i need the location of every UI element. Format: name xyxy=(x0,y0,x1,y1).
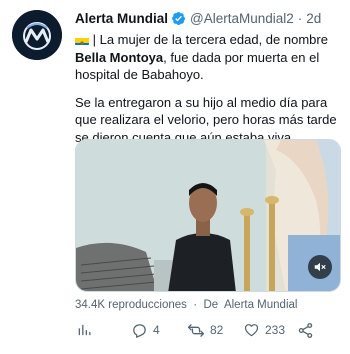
tweet-text: | La mujer de la tercera edad, de nombre… xyxy=(75,31,341,147)
video-frame xyxy=(76,140,340,291)
like-button[interactable]: 233 xyxy=(243,318,285,342)
retweet-button[interactable]: 82 xyxy=(187,318,223,342)
reply-icon xyxy=(133,323,146,338)
tweet-text-intro: | La mujer de la tercera edad, de nombre xyxy=(89,32,328,47)
tweet-paragraph-1: | La mujer de la tercera edad, de nombre… xyxy=(75,31,341,84)
author-handle[interactable]: @AlertaMundial2 xyxy=(190,11,294,26)
analytics-button[interactable] xyxy=(77,318,91,342)
share-button[interactable] xyxy=(297,318,314,342)
ecuador-flag-icon xyxy=(75,35,89,45)
retweet-icon xyxy=(187,323,205,337)
author-name[interactable]: Alerta Mundial xyxy=(75,11,168,26)
reply-count: 4 xyxy=(153,323,160,337)
video-meta: 34.4K reproducciones · De Alerta Mundial xyxy=(75,299,298,311)
timestamp[interactable]: 2d xyxy=(306,11,321,26)
video-player[interactable] xyxy=(75,139,341,292)
share-icon xyxy=(298,322,313,338)
mute-button[interactable] xyxy=(308,255,332,279)
muted-speaker-icon xyxy=(314,262,326,272)
separator-dot: · xyxy=(297,10,303,26)
like-count: 233 xyxy=(265,323,286,337)
alerta-mundial-logo xyxy=(12,10,62,60)
heart-icon xyxy=(244,324,259,337)
verified-badge-icon xyxy=(172,11,186,25)
reply-button[interactable]: 4 xyxy=(131,318,160,342)
retweet-count: 82 xyxy=(210,323,224,337)
tweet-header: Alerta Mundial @AlertaMundial2 · 2d xyxy=(75,9,342,27)
avatar[interactable] xyxy=(12,10,62,60)
tweet-text-name: Bella Montoya xyxy=(75,49,164,65)
tweet-actions: 4 82 233 xyxy=(75,318,341,342)
analytics-icon xyxy=(78,324,91,336)
